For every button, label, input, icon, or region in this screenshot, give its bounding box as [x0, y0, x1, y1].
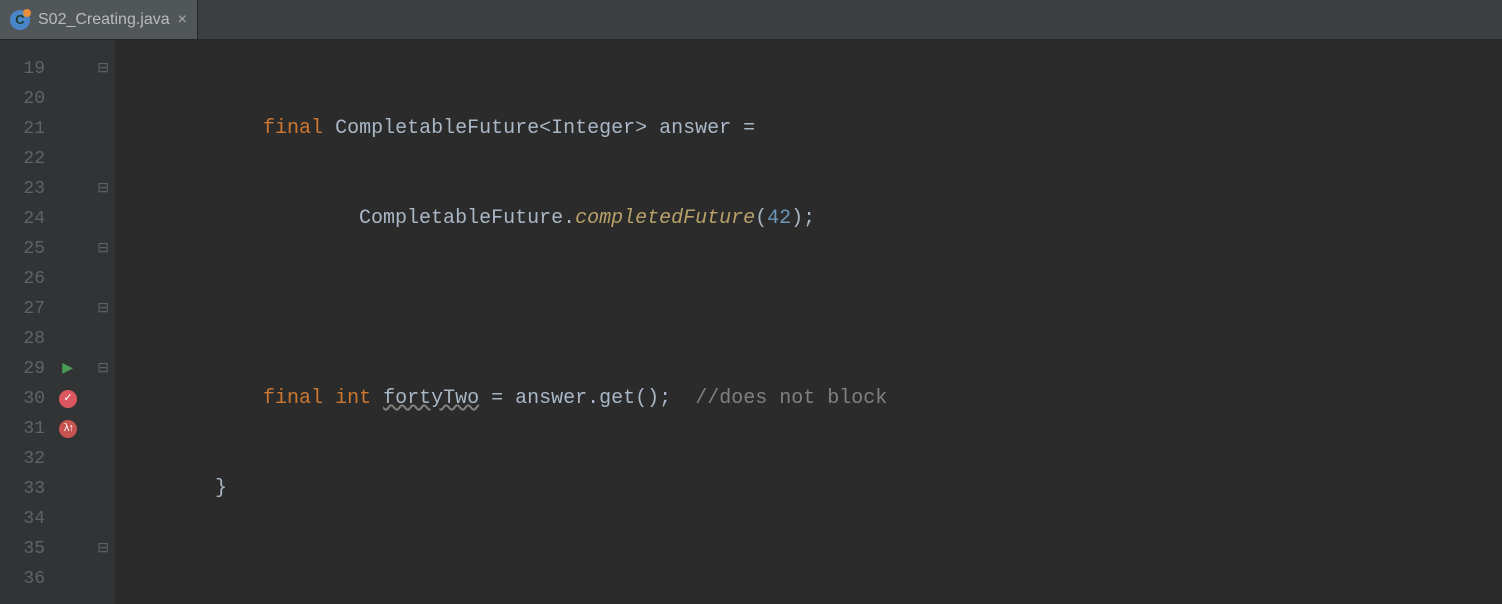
line-number[interactable]: 21: [0, 114, 115, 144]
fold-icon[interactable]: ⊟: [97, 174, 109, 204]
line-number[interactable]: 32: [0, 444, 115, 474]
line-number[interactable]: 26: [0, 264, 115, 294]
line-number[interactable]: 19⊟: [0, 54, 115, 84]
code-line[interactable]: final int fortyTwo = answer.get(); //doe…: [115, 384, 1502, 414]
tab-bar: S02_Creating.java ×: [0, 0, 1502, 40]
line-number[interactable]: 33: [0, 474, 115, 504]
java-class-icon: [10, 10, 30, 30]
line-number[interactable]: 27⊟: [0, 294, 115, 324]
line-number[interactable]: 23⊟: [0, 174, 115, 204]
gutter: 19⊟ 20 21 22 23⊟ 24 25⊟ 26 27⊟ 28 29▶⊟ 3…: [0, 40, 115, 604]
lambda-breakpoint-icon[interactable]: [59, 420, 77, 438]
line-number[interactable]: 22: [0, 144, 115, 174]
editor: 19⊟ 20 21 22 23⊟ 24 25⊟ 26 27⊟ 28 29▶⊟ 3…: [0, 40, 1502, 604]
line-number[interactable]: 28: [0, 324, 115, 354]
tab-filename: S02_Creating.java: [38, 11, 170, 29]
line-number[interactable]: 34: [0, 504, 115, 534]
code-line[interactable]: [115, 294, 1502, 324]
code-area[interactable]: final CompletableFuture<Integer> answer …: [115, 40, 1502, 604]
code-line[interactable]: CompletableFuture.completedFuture(42);: [115, 204, 1502, 234]
line-number[interactable]: 29▶⊟: [0, 354, 115, 384]
fold-icon[interactable]: ⊟: [97, 54, 109, 84]
fold-icon[interactable]: ⊟: [97, 534, 109, 564]
line-number[interactable]: 25⊟: [0, 234, 115, 264]
fold-icon[interactable]: ⊟: [97, 234, 109, 264]
code-line[interactable]: }: [115, 474, 1502, 504]
run-test-icon[interactable]: ▶: [62, 354, 73, 384]
fold-icon[interactable]: ⊟: [97, 294, 109, 324]
code-line[interactable]: final CompletableFuture<Integer> answer …: [115, 114, 1502, 144]
editor-tab[interactable]: S02_Creating.java ×: [0, 0, 198, 39]
line-number[interactable]: 30: [0, 384, 115, 414]
fold-icon[interactable]: ⊟: [97, 354, 109, 384]
line-number[interactable]: 36: [0, 564, 115, 594]
breakpoint-icon[interactable]: [59, 390, 77, 408]
line-number[interactable]: 35⊟: [0, 534, 115, 564]
close-icon[interactable]: ×: [178, 11, 187, 29]
line-number[interactable]: 20: [0, 84, 115, 114]
code-line[interactable]: [115, 564, 1502, 594]
line-number[interactable]: 31: [0, 414, 115, 444]
line-number[interactable]: 24: [0, 204, 115, 234]
